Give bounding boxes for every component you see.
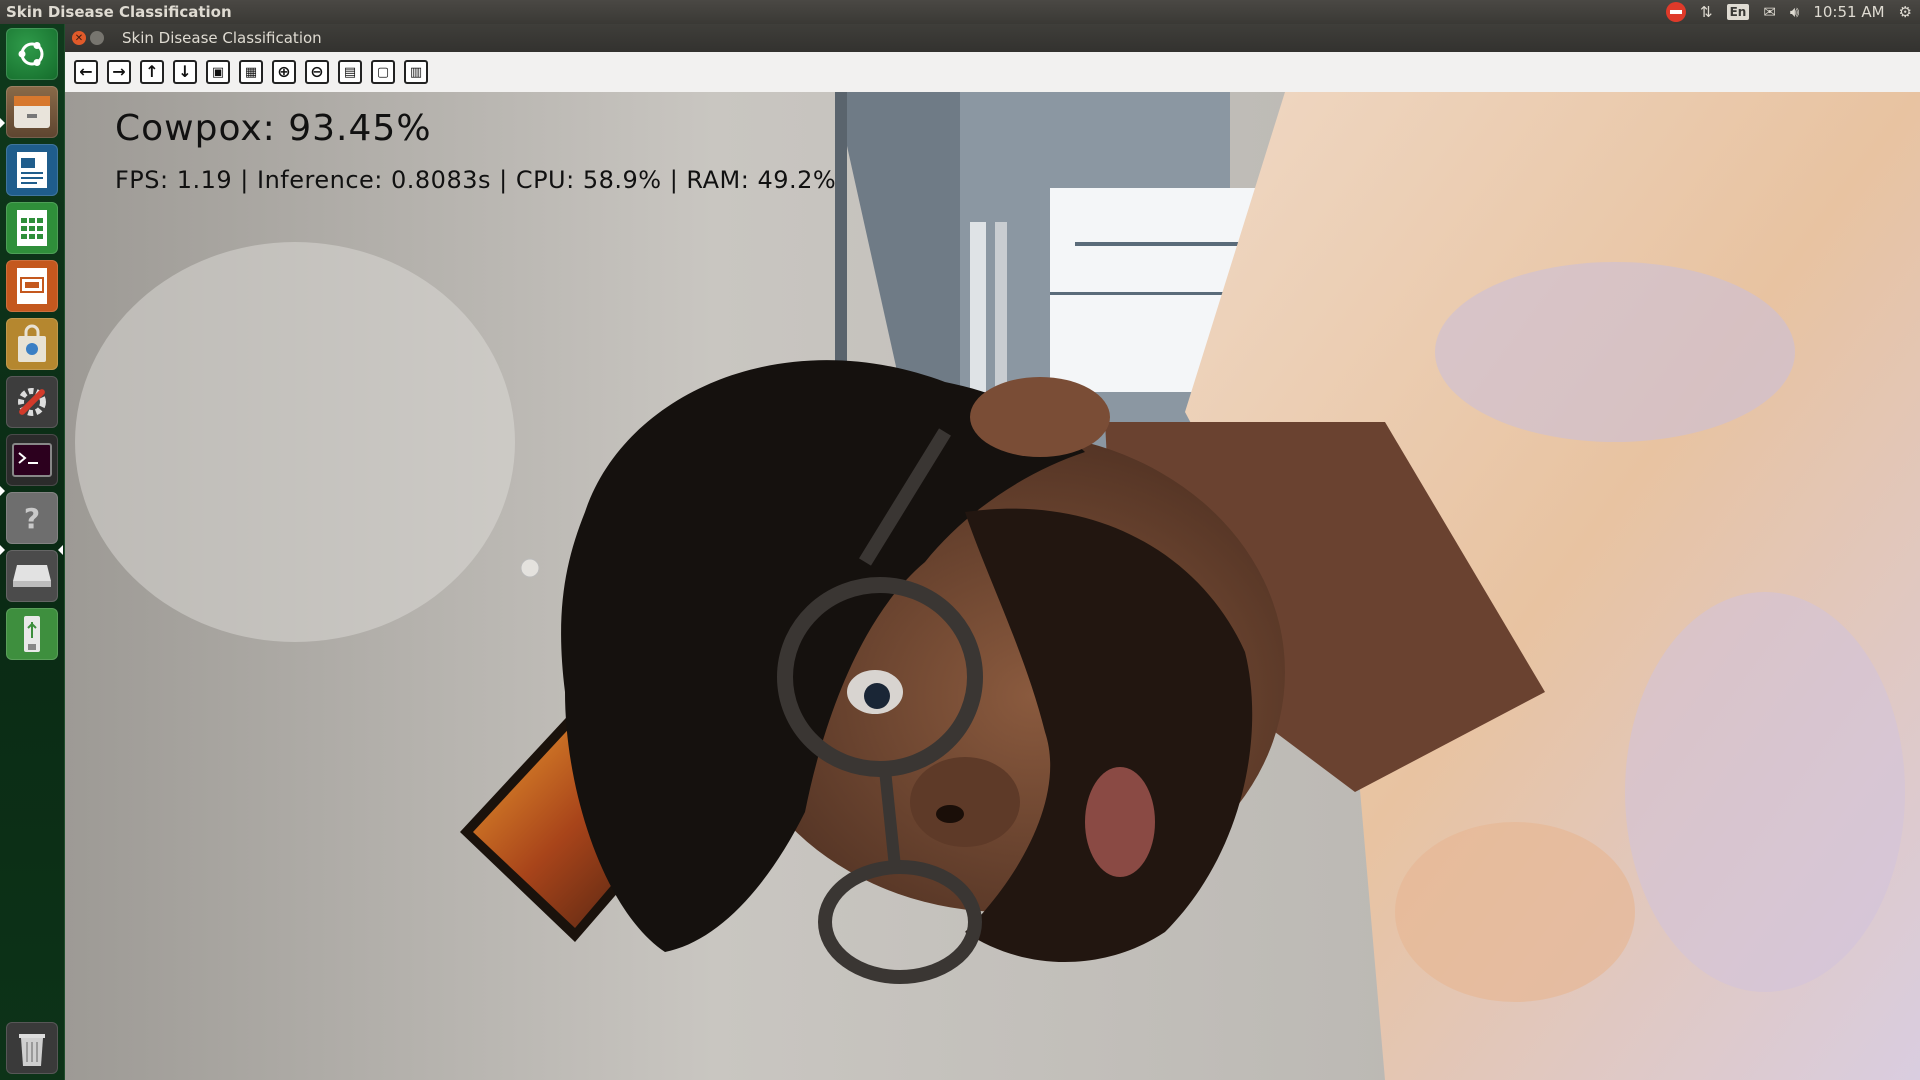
running-indicator [0, 118, 5, 128]
drive-launcher[interactable] [6, 550, 58, 602]
spreadsheet-icon [17, 210, 47, 246]
software-center-launcher[interactable] [6, 318, 58, 370]
close-icon: ✕ [74, 32, 84, 44]
arrow-left-icon: ← [79, 62, 93, 81]
running-indicator [0, 545, 5, 555]
ubuntu-dash-button[interactable] [6, 28, 58, 80]
impress-launcher[interactable] [6, 260, 58, 312]
mail-icon[interactable]: ✉ [1763, 3, 1776, 21]
zoom-in-button[interactable]: ⊕ [272, 60, 296, 84]
document-icon [17, 152, 47, 188]
launcher: ? [0, 24, 65, 1080]
arrow-down-icon: ↓ [178, 62, 192, 81]
app-window: ✕ Skin Disease Classification ← → ↑ ↓ ▣ … [65, 24, 1920, 1080]
image-frame-icon: ▣ [211, 64, 225, 80]
wrench-gear-icon [18, 388, 46, 416]
minimize-window-button[interactable] [90, 31, 104, 45]
floppy-disk-icon: ▤ [343, 64, 357, 80]
window-titlebar[interactable]: ✕ Skin Disease Classification [65, 24, 1920, 52]
writer-launcher[interactable] [6, 144, 58, 196]
prediction-label: Cowpox: 93.45% [115, 108, 432, 149]
volume-icon[interactable]: 🔊︎ [1790, 3, 1799, 21]
network-error-icon[interactable] [1665, 2, 1686, 22]
arrow-up-icon: ↑ [145, 62, 159, 81]
save-image-button[interactable]: ▤ [338, 60, 362, 84]
trash-launcher[interactable] [6, 1022, 58, 1074]
clock[interactable]: 10:51 AM [1813, 3, 1884, 21]
magnifier-minus-icon: ⊖ [310, 62, 324, 81]
file-cabinet-icon [14, 96, 50, 128]
focused-indicator [58, 545, 63, 555]
zoom-out-button[interactable]: ⊖ [305, 60, 329, 84]
image-toolbar: ← → ↑ ↓ ▣ ▦ ⊕ ⊖ ▤ ▢ ▥ [65, 52, 1920, 93]
clipboard-icon: ▢ [376, 64, 390, 80]
system-settings-launcher[interactable] [6, 376, 58, 428]
properties-icon: ▥ [409, 64, 423, 80]
zoom-image-button[interactable]: ▣ [206, 60, 230, 84]
usb-launcher[interactable] [6, 608, 58, 660]
camera-frame-view[interactable]: Cowpox: 93.45% FPS: 1.19 | Inference: 0.… [65, 92, 1920, 1080]
top-panel: Skin Disease Classification ⇅ En ✉ 🔊︎ 10… [0, 0, 1920, 24]
close-window-button[interactable]: ✕ [72, 31, 86, 45]
indicator-area: ⇅ En ✉ 🔊︎ 10:51 AM ⚙ [1665, 2, 1912, 22]
terminal-icon [12, 443, 52, 477]
ubuntu-logo-icon [18, 42, 44, 66]
calc-launcher[interactable] [6, 202, 58, 254]
usb-drive-icon [24, 616, 40, 652]
active-app-title: Skin Disease Classification [6, 3, 232, 21]
help-launcher[interactable]: ? [6, 492, 58, 544]
magnifier-plus-icon: ⊕ [277, 62, 291, 81]
hard-drive-icon [13, 565, 51, 587]
settings-gear-icon[interactable]: ⚙ [1899, 3, 1912, 21]
arrow-right-icon: → [112, 62, 126, 81]
presentation-icon [17, 268, 47, 304]
pan-right-button[interactable]: → [107, 60, 131, 84]
network-transfer-icon[interactable]: ⇅ [1700, 3, 1713, 21]
terminal-launcher[interactable] [6, 434, 58, 486]
shopping-bag-icon [18, 324, 46, 362]
image-fit-icon: ▦ [244, 64, 258, 80]
camera-image [65, 92, 1920, 1080]
pan-down-button[interactable]: ↓ [173, 60, 197, 84]
properties-button[interactable]: ▥ [404, 60, 428, 84]
copy-clipboard-button[interactable]: ▢ [371, 60, 395, 84]
question-mark-icon: ? [23, 501, 41, 535]
trash-icon [19, 1034, 45, 1066]
pan-left-button[interactable]: ← [74, 60, 98, 84]
pan-up-button[interactable]: ↑ [140, 60, 164, 84]
zoom-fit-button[interactable]: ▦ [239, 60, 263, 84]
files-launcher[interactable] [6, 86, 58, 138]
window-title: Skin Disease Classification [122, 29, 322, 47]
running-indicator [0, 486, 5, 496]
performance-stats: FPS: 1.19 | Inference: 0.8083s | CPU: 58… [115, 166, 837, 194]
keyboard-layout-indicator[interactable]: En [1726, 4, 1750, 20]
